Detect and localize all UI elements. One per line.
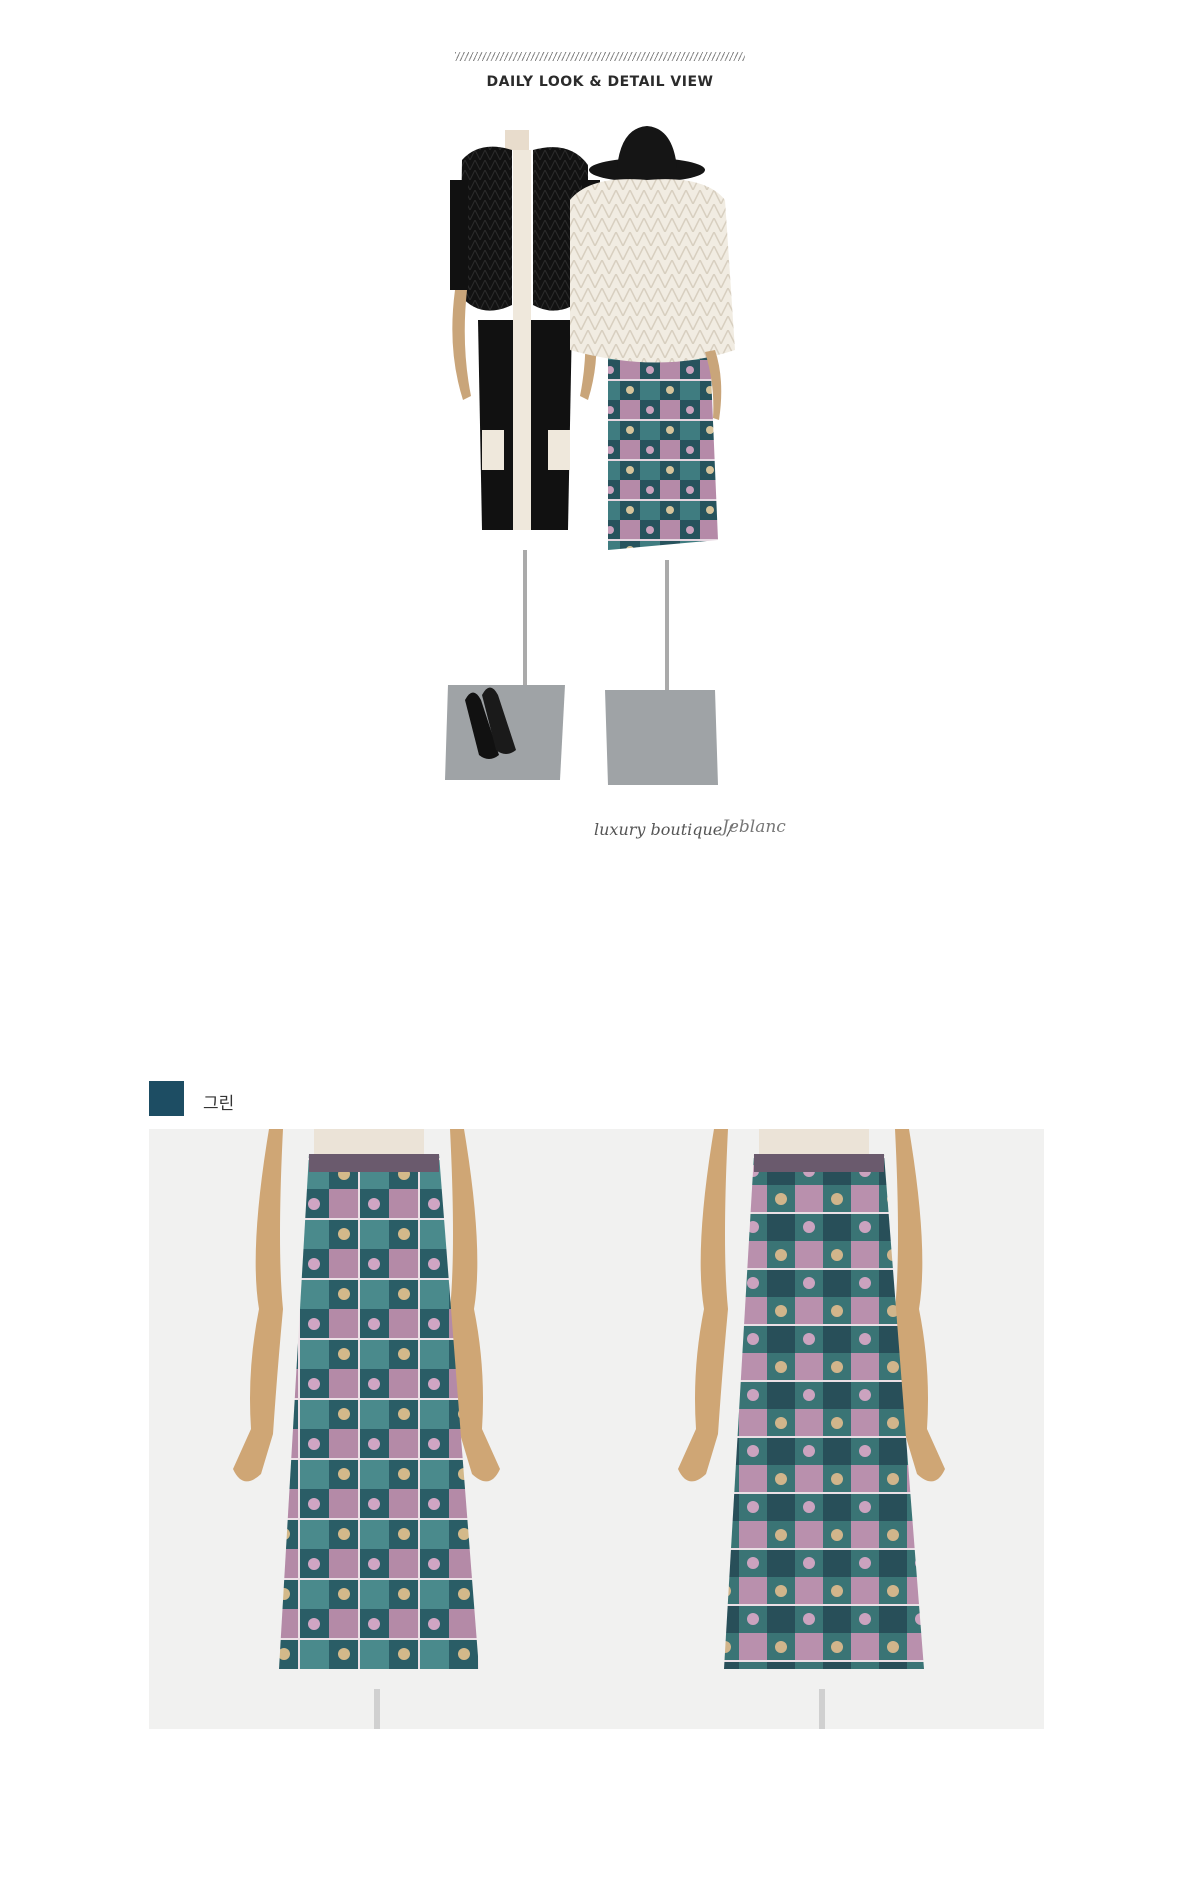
look-caption: luxury boutique / (594, 820, 733, 839)
front-view-photo (149, 1129, 599, 1729)
color-label: 그린 (203, 1094, 235, 1114)
daily-look-photo (445, 126, 735, 785)
section-title: DAILY LOOK & DETAIL VIEW (486, 74, 714, 90)
header-decoration (455, 52, 745, 61)
color-swatch (149, 1081, 184, 1116)
brand-signature: Jeblanc (722, 817, 786, 837)
back-view-photo (599, 1129, 1044, 1729)
